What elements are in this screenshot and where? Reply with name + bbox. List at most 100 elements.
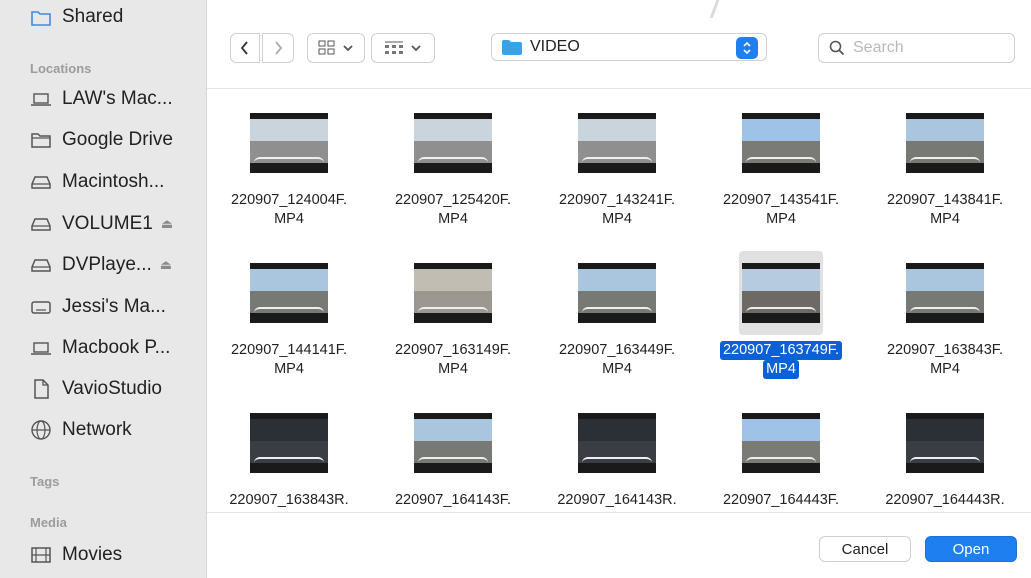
file-name-line1: 220907_143541F. (699, 191, 863, 210)
search-icon (829, 40, 845, 56)
thumbnail-dashboard (254, 157, 324, 163)
file-thumbnail[interactable] (575, 401, 659, 485)
sidebar-item-shared[interactable]: Shared (30, 2, 123, 32)
file-name-line1: 220907_163449F. (535, 341, 699, 360)
file-name-line1: 220907_163843F. (863, 341, 1027, 360)
locations-header: Locations (30, 61, 92, 76)
sidebar-item-location[interactable]: Network (30, 415, 132, 445)
video-thumbnail-image (742, 263, 820, 323)
video-thumbnail-image (906, 413, 984, 473)
eject-icon[interactable]: ⏏ (161, 216, 173, 232)
file-extension-text: MP4 (438, 361, 468, 377)
thumbnail-sky (414, 119, 492, 141)
video-thumbnail-image (250, 113, 328, 173)
file-thumbnail[interactable] (739, 251, 823, 335)
file-name-line2: MP4 (863, 360, 1027, 379)
thumbnail-dashboard (910, 307, 980, 313)
file-name-line1: 220907_125420F. (371, 191, 535, 210)
file-name-text: 220907_143841F. (886, 192, 1004, 208)
video-thumbnail-image (414, 113, 492, 173)
file-thumbnail[interactable] (575, 101, 659, 185)
chevron-down-icon (343, 45, 353, 52)
thumbnail-sky (906, 119, 984, 141)
file-thumbnail[interactable] (247, 101, 331, 185)
display-icon (30, 296, 52, 318)
thumbnail-sky (250, 119, 328, 141)
thumbnail-dashboard (582, 307, 652, 313)
file-name-line1: 220907_124004F. (207, 191, 371, 210)
thumbnail-dashboard (418, 457, 488, 463)
file-name-text: 220907_164443F. (722, 492, 840, 508)
file-extension-text: MP4 (274, 211, 304, 227)
file-extension-text: MP4 (930, 361, 960, 377)
sidebar-item-location[interactable]: VavioStudio (30, 374, 162, 404)
file-thumbnail[interactable] (411, 251, 495, 335)
file-extension-text: MP4 (602, 361, 632, 377)
file-thumbnail[interactable] (411, 401, 495, 485)
video-thumbnail-image (414, 413, 492, 473)
sidebar-item-location[interactable]: DVPlaye... ⏏ (30, 250, 172, 280)
file-extension-text: MP4 (930, 211, 960, 227)
thumbnail-dashboard (582, 457, 652, 463)
location-popup[interactable]: VIDEO (491, 33, 767, 61)
file-name-line1: 220907_164143R. (535, 491, 699, 510)
thumbnail-dashboard (746, 457, 816, 463)
sidebar-item-movies[interactable]: Movies (30, 540, 122, 570)
thumbnail-sky (250, 269, 328, 291)
group-grid-icon (385, 41, 403, 54)
file-thumbnail[interactable] (411, 101, 495, 185)
video-thumbnail-image (906, 263, 984, 323)
file-extension-text: MP4 (602, 211, 632, 227)
open-button[interactable]: Open (925, 536, 1017, 562)
file-thumbnail[interactable] (903, 401, 987, 485)
sidebar-item-label: VavioStudio (62, 378, 162, 399)
icon-grid-icon (318, 40, 335, 55)
file-name-line1: 220907_164443F. (699, 491, 863, 510)
decorative-stroke (700, 0, 720, 18)
eject-icon[interactable]: ⏏ (160, 257, 172, 273)
drive-icon (30, 213, 52, 235)
video-thumbnail-image (250, 413, 328, 473)
file-thumbnail[interactable] (575, 251, 659, 335)
sidebar-item-label: DVPlaye... (62, 254, 152, 275)
search-field[interactable] (818, 33, 1015, 63)
search-input[interactable] (853, 39, 993, 57)
sidebar-item-location[interactable]: Macbook P... (30, 333, 170, 363)
toolbar-divider (207, 88, 1031, 89)
file-thumbnail[interactable] (903, 101, 987, 185)
thumbnail-dashboard (746, 157, 816, 163)
forward-button[interactable] (262, 33, 294, 63)
file-name-text: 220907_163449F. (558, 342, 676, 358)
file-name-line2: MP4 (699, 210, 863, 229)
sidebar-item-location[interactable]: Jessi's Ma... (30, 292, 166, 322)
view-mode-button[interactable] (307, 33, 365, 63)
sidebar-item-location[interactable]: Macintosh... (30, 167, 164, 197)
file-thumbnail[interactable] (247, 401, 331, 485)
thumbnail-dashboard (418, 157, 488, 163)
film-icon (30, 544, 52, 566)
file-name-line1: 220907_143241F. (535, 191, 699, 210)
file-thumbnail[interactable] (903, 251, 987, 335)
file-thumbnail[interactable] (739, 101, 823, 185)
file-extension-text: MP4 (274, 361, 304, 377)
thumbnail-sky (906, 419, 984, 441)
sidebar-item-location[interactable]: Google Drive (30, 125, 173, 155)
thumbnail-dashboard (582, 157, 652, 163)
file-name-text: 220907_143241F. (558, 192, 676, 208)
sidebar-item-label: Macbook P... (62, 337, 171, 358)
file-name-text: 220907_163843F. (886, 342, 1004, 358)
sidebar-item-location[interactable]: VOLUME1 ⏏ (30, 209, 173, 239)
media-header: Media (30, 515, 67, 530)
thumbnail-dashboard (254, 307, 324, 313)
file-name-line1: 220907_163749F. (699, 341, 863, 360)
file-name-text: 220907_144141F. (230, 342, 348, 358)
sidebar-item-location[interactable]: LAW's Mac... (30, 84, 173, 114)
cancel-button[interactable]: Cancel (819, 536, 911, 562)
group-by-button[interactable] (371, 33, 435, 63)
laptop-icon (30, 337, 52, 359)
file-name-text: 220907_124004F. (230, 192, 348, 208)
file-thumbnail[interactable] (739, 401, 823, 485)
back-button[interactable] (230, 33, 260, 63)
file-thumbnail[interactable] (247, 251, 331, 335)
file-name-line1: 220907_143841F. (863, 191, 1027, 210)
